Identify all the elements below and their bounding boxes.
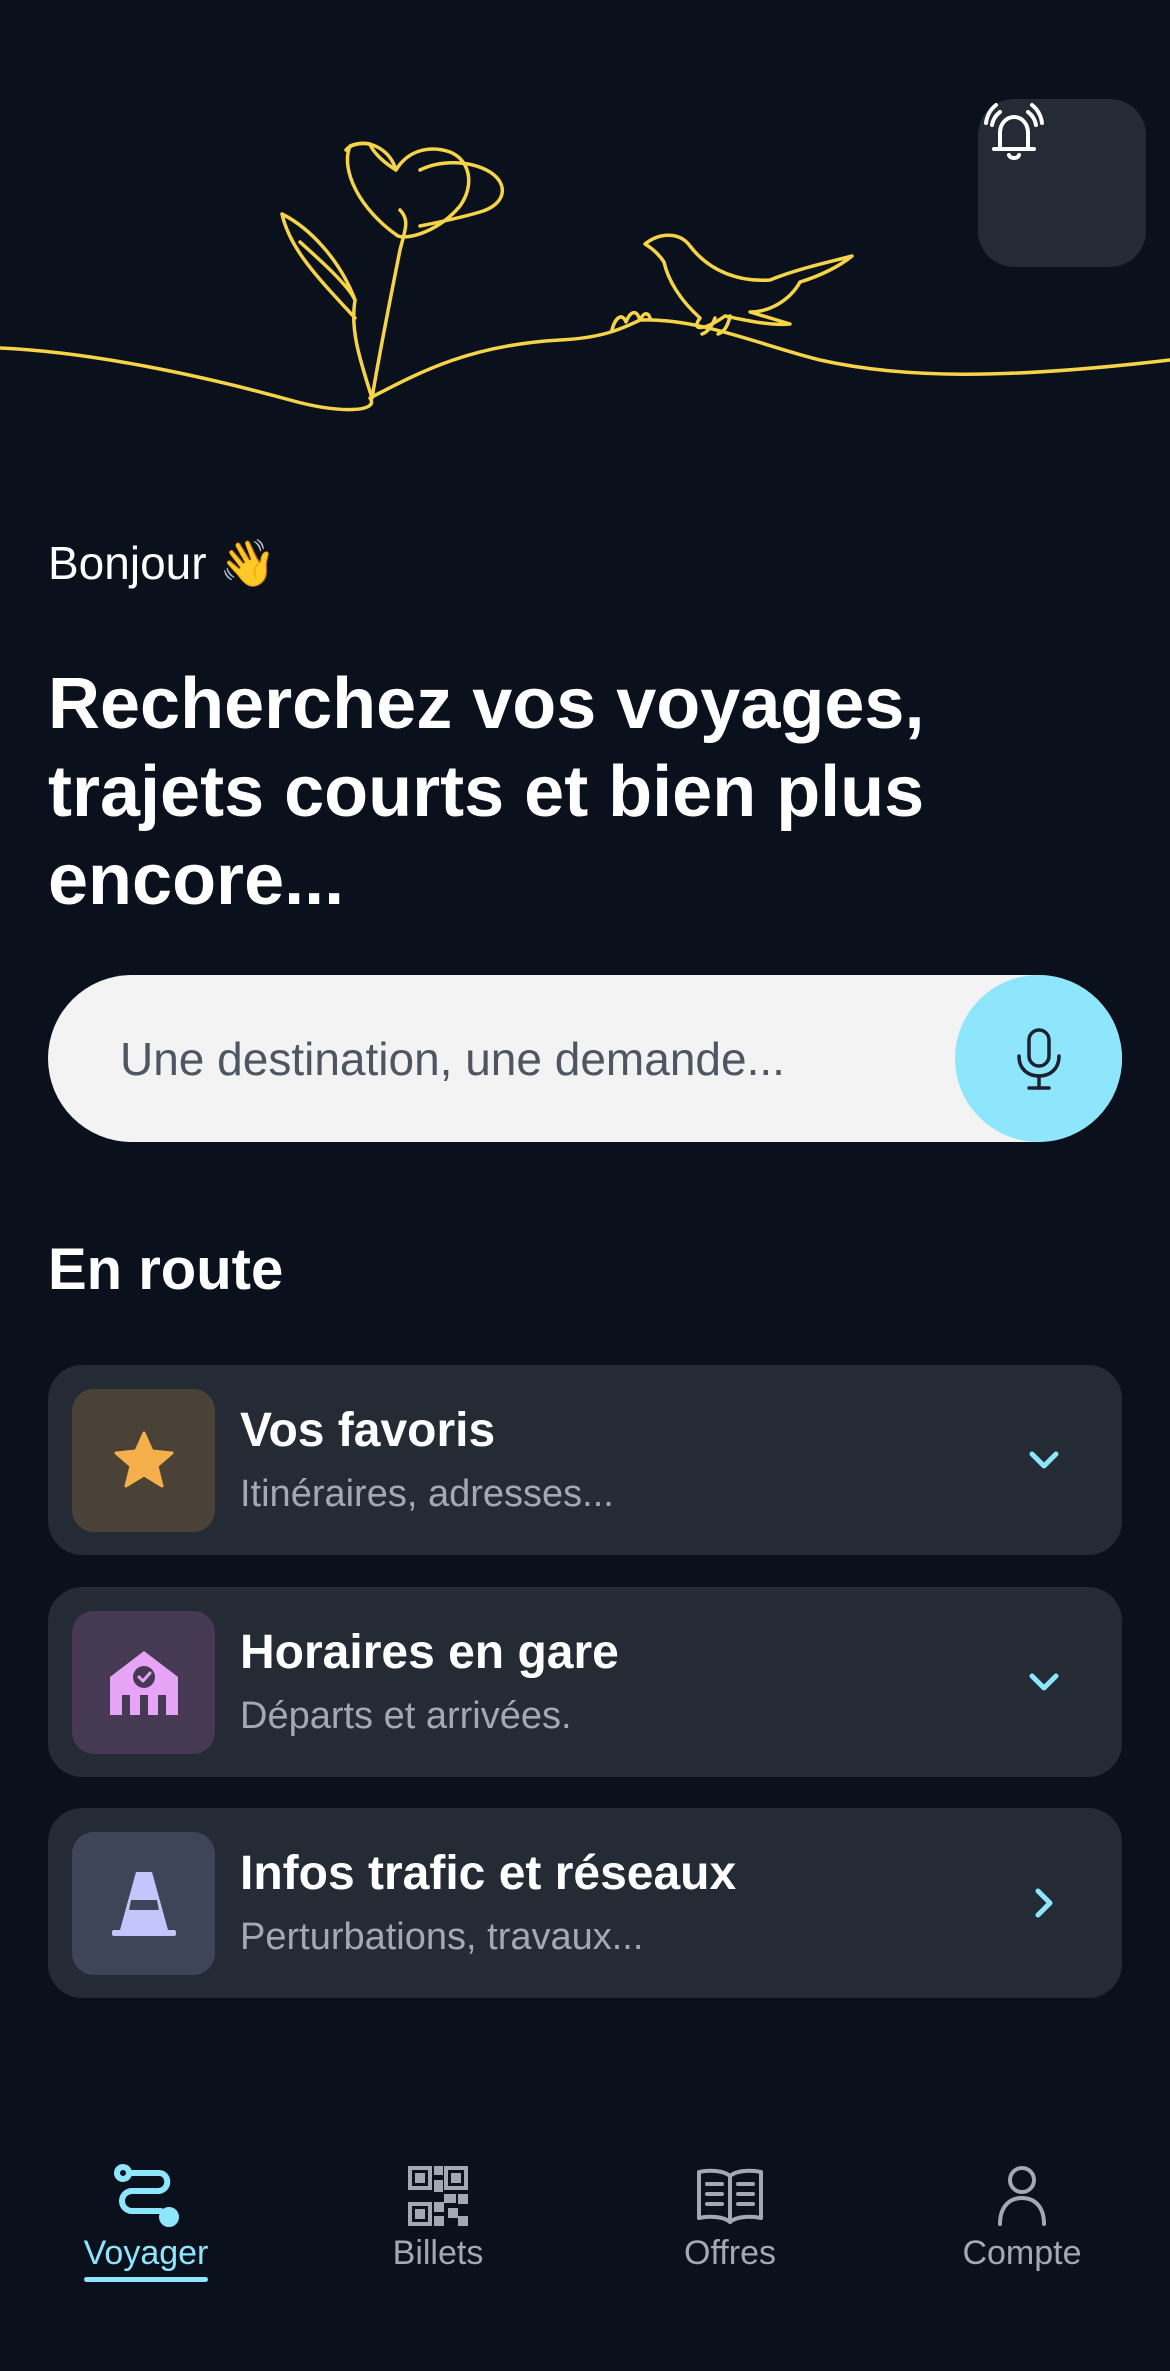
- bottom-tab-bar: Voyager Billets Offres Compte: [0, 2160, 1170, 2300]
- tab-label: Voyager: [83, 2234, 209, 2272]
- traffic-cone-icon: [111, 1871, 176, 1936]
- tab-label: Billets: [392, 2234, 484, 2272]
- alarm-bell-icon: [984, 103, 1044, 160]
- card-title: Infos trafic et réseaux: [240, 1847, 737, 1900]
- station-icon-tile: [72, 1611, 215, 1754]
- traffic-icon-tile: [72, 1832, 215, 1975]
- tab-label: Compte: [962, 2234, 1082, 2272]
- open-book-icon: [697, 2168, 763, 2224]
- active-tab-indicator: [84, 2277, 208, 2282]
- card-title: Horaires en gare: [240, 1626, 619, 1679]
- tab-billets[interactable]: Billets: [338, 2160, 538, 2300]
- chevron-right-icon[interactable]: [1014, 1873, 1074, 1933]
- qr-code-icon: [408, 2166, 468, 2226]
- chevron-down-icon[interactable]: [1014, 1430, 1074, 1490]
- card-title: Vos favoris: [240, 1404, 496, 1457]
- card-subtitle: Départs et arrivées.: [240, 1695, 572, 1737]
- favorites-card[interactable]: Vos favoris Itinéraires, adresses...: [48, 1365, 1122, 1555]
- tab-compte[interactable]: Compte: [922, 2160, 1122, 2300]
- hero-illustration: [0, 0, 1170, 440]
- section-title: En route: [48, 1237, 284, 1302]
- greeting-text: Bonjour 👋: [48, 537, 277, 589]
- route-icon: [114, 2164, 179, 2227]
- notifications-button[interactable]: [978, 99, 1146, 267]
- search-input[interactable]: [120, 975, 940, 1142]
- tab-voyager[interactable]: Voyager: [46, 2160, 246, 2300]
- station-clock-icon: [109, 1650, 178, 1715]
- traffic-info-card[interactable]: Infos trafic et réseaux Perturbations, t…: [48, 1808, 1122, 1998]
- station-schedules-card[interactable]: Horaires en gare Départs et arrivées.: [48, 1587, 1122, 1777]
- card-subtitle: Perturbations, travaux...: [240, 1916, 644, 1958]
- search-bar[interactable]: [48, 975, 1122, 1142]
- microphone-icon: [1016, 1027, 1061, 1090]
- user-icon: [998, 2166, 1046, 2226]
- favorites-icon-tile: [72, 1389, 215, 1532]
- voice-search-button[interactable]: [955, 975, 1122, 1142]
- tab-label: Offres: [684, 2234, 776, 2272]
- chevron-down-icon[interactable]: [1014, 1652, 1074, 1712]
- tab-offres[interactable]: Offres: [630, 2160, 830, 2300]
- page-headline: Recherchez vos voyages, trajets courts e…: [48, 664, 925, 920]
- card-subtitle: Itinéraires, adresses...: [240, 1473, 614, 1515]
- star-icon: [114, 1431, 173, 1487]
